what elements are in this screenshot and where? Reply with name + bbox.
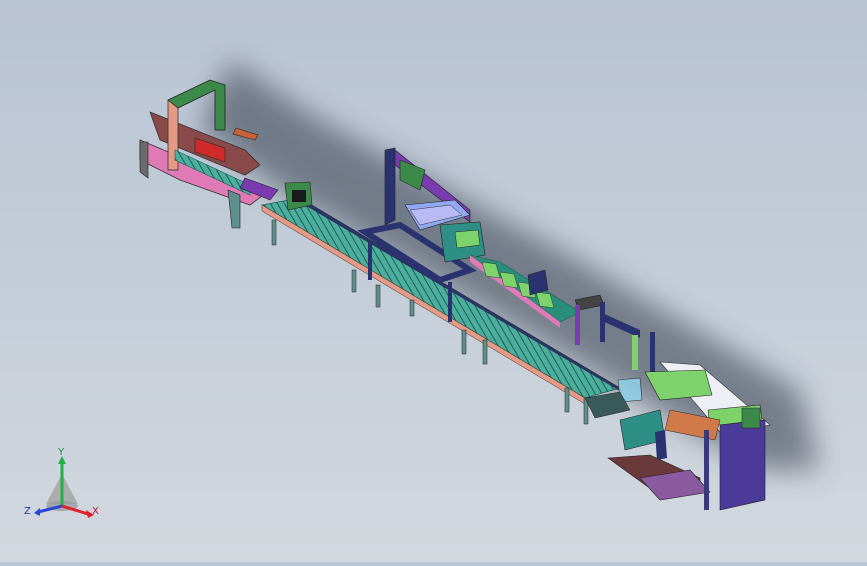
z-axis-label: Z xyxy=(24,506,31,517)
coordinate-triad: Y X Z xyxy=(24,447,99,518)
x-axis-label: X xyxy=(92,506,99,517)
z-arrowhead-icon xyxy=(34,508,40,516)
assembly-model[interactable] xyxy=(0,0,867,562)
cad-viewport[interactable]: Y X Z xyxy=(0,0,867,562)
y-axis-label: Y xyxy=(57,447,65,458)
